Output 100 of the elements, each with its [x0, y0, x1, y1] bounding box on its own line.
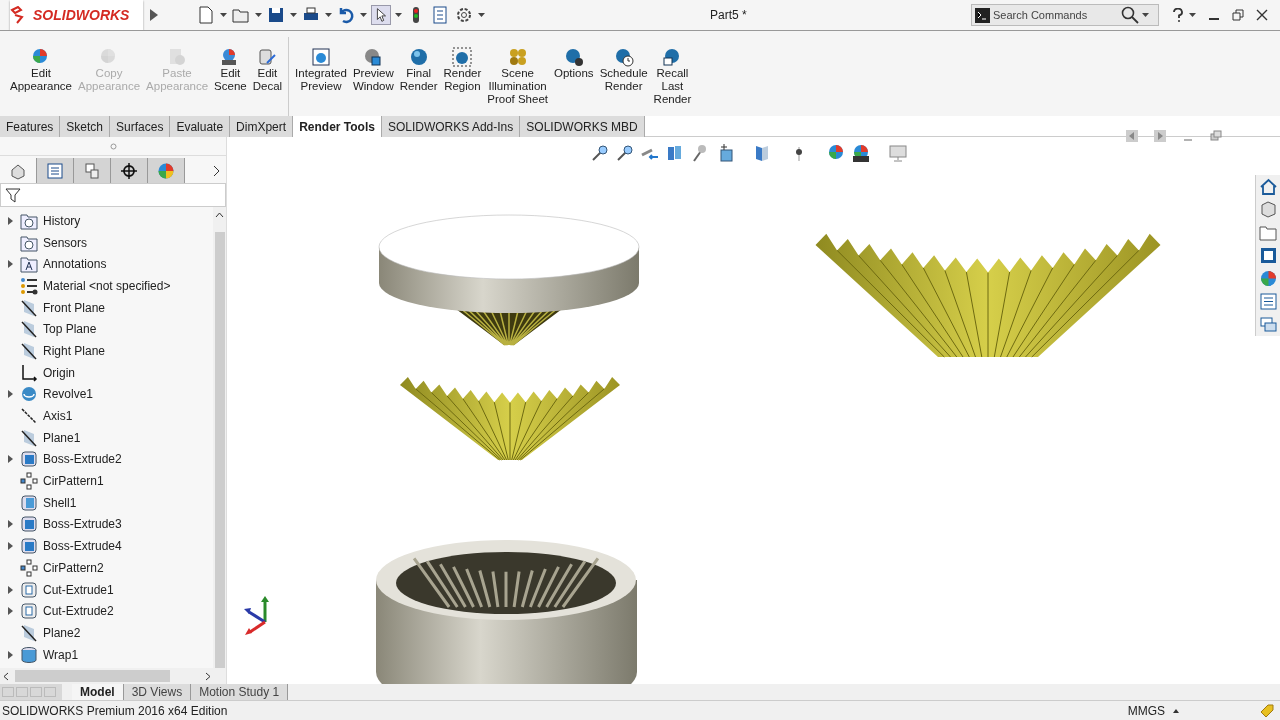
ribbon-button[interactable]: Edit Decal [249, 47, 286, 93]
scene-icon[interactable] [851, 143, 871, 163]
tree-item[interactable]: Sensors [0, 231, 213, 254]
ribbon-button[interactable]: Render Region [440, 47, 485, 93]
tree-item[interactable]: Wrap1 [0, 643, 213, 666]
dropdown-caret-icon[interactable] [255, 13, 262, 17]
panel-tab[interactable] [111, 158, 148, 183]
ribbon-button[interactable]: Scene Illumination Proof Sheet [484, 47, 551, 106]
ribbon-button[interactable]: Edit Scene [211, 47, 250, 93]
tree-item[interactable]: Shell1 [0, 491, 213, 514]
tree-item[interactable]: Boss-Extrude3 [0, 513, 213, 536]
tree-item[interactable]: Top Plane [0, 318, 213, 341]
restore-icon[interactable] [1210, 130, 1222, 142]
tree-item[interactable]: Boss-Extrude4 [0, 535, 213, 557]
folder-icon [20, 233, 38, 252]
tree-item[interactable]: Annotations [0, 253, 213, 276]
search-field[interactable]: Search Commands [993, 6, 1118, 24]
expand-arrow-icon[interactable] [7, 455, 13, 464]
tree-item[interactable]: Right Plane [0, 340, 213, 362]
ribbon-button[interactable]: Edit Appearance [7, 47, 76, 93]
splitter-handle-icon[interactable] [109, 142, 117, 150]
spheres-icon [507, 47, 528, 67]
tree-item[interactable]: Origin [0, 361, 213, 384]
tree-item[interactable]: Cut-Extrude2 [0, 600, 213, 623]
window-icon [363, 47, 384, 67]
horizontal-scrollbar[interactable] [0, 668, 226, 684]
tree-item[interactable]: Cut-Extrude1 [0, 578, 213, 601]
dropdown-caret-icon[interactable] [360, 13, 367, 17]
dropdown-caret-icon[interactable] [220, 13, 227, 17]
expand-arrow-icon[interactable] [7, 607, 13, 616]
ribbon-button[interactable]: Preview Window [349, 47, 397, 93]
expand-arrow-icon[interactable] [7, 390, 13, 399]
tree-item[interactable]: Boss-Extrude2 [0, 448, 213, 471]
expand-arrow-icon[interactable] [7, 260, 13, 269]
search-bar[interactable]: Search Commands [971, 4, 1159, 26]
filter-field[interactable] [0, 183, 226, 207]
dropdown-caret-icon[interactable] [478, 13, 485, 17]
tree-item[interactable]: Axis1 [0, 405, 213, 427]
command-tab[interactable]: Surfaces [110, 116, 171, 137]
search-caret-icon[interactable] [1142, 13, 1149, 17]
tag-icon[interactable] [1259, 702, 1275, 719]
clock-sphere-icon [613, 47, 634, 67]
restore-icon[interactable] [1232, 9, 1244, 21]
command-tab[interactable]: SOLIDWORKS Add-Ins [381, 116, 521, 137]
dropdown-caret-icon[interactable] [290, 13, 297, 17]
model-tab[interactable]: Model [72, 684, 124, 700]
command-tab[interactable]: Evaluate [170, 116, 231, 137]
home-icon[interactable] [1258, 177, 1278, 196]
ribbon-button[interactable]: Recall Last Render [650, 47, 695, 106]
configuration-icon [83, 161, 101, 180]
select-pointer-icon[interactable] [371, 5, 391, 25]
ribbon-button[interactable]: Final Render [396, 47, 441, 93]
up-caret-icon[interactable] [1173, 708, 1179, 713]
ribbon-button[interactable]: Options [551, 47, 597, 80]
tree-item[interactable]: Plane1 [0, 426, 213, 449]
command-tab[interactable]: SOLIDWORKS MBD [520, 116, 645, 137]
model-tab[interactable]: 3D Views [123, 684, 192, 700]
close-icon[interactable] [1256, 9, 1268, 21]
help-caret-icon[interactable] [1189, 13, 1196, 17]
ribbon-button[interactable]: Integrated Preview [292, 47, 350, 93]
logo[interactable]: SOLIDWORKS [10, 0, 143, 30]
forum-icon[interactable] [1258, 315, 1278, 334]
expand-arrow-icon[interactable] [7, 520, 13, 529]
tree-item[interactable]: Material <not specified> [0, 275, 213, 297]
dropdown-caret-icon[interactable] [395, 13, 402, 17]
origin-icon [20, 363, 38, 382]
tree-item[interactable]: Front Plane [0, 296, 213, 319]
properties-icon[interactable] [1258, 292, 1278, 311]
scroll-up-icon[interactable] [215, 212, 224, 218]
expand-arrow-icon[interactable] [7, 216, 13, 225]
tree-item[interactable]: Plane2 [0, 622, 213, 644]
search-icon[interactable] [1121, 6, 1139, 24]
settings-icon[interactable] [454, 5, 474, 25]
tree-item[interactable]: History [0, 210, 213, 232]
dropdown-caret-icon[interactable] [325, 13, 332, 17]
expand-arrow-icon[interactable] [7, 650, 13, 659]
command-tab[interactable]: DimXpert [230, 116, 294, 137]
chevron-right-icon[interactable] [213, 165, 220, 177]
tree-item[interactable]: Revolve1 [0, 383, 213, 406]
units-selector[interactable]: MMGS [1127, 701, 1165, 720]
appearance-icon[interactable] [1258, 269, 1278, 288]
save-icon[interactable] [266, 5, 286, 25]
scroll-right-icon[interactable] [205, 671, 211, 681]
expand-arrow-icon[interactable] [7, 542, 13, 551]
tree-item-label: Axis1 [43, 408, 73, 426]
help-icon[interactable] [1173, 8, 1183, 22]
part-icon[interactable] [1258, 200, 1278, 219]
zoom-fit-icon[interactable] [590, 143, 610, 163]
tree-item[interactable]: CirPattern2 [0, 557, 213, 579]
zoom-area-icon[interactable] [615, 143, 635, 163]
view-palette-icon[interactable] [1258, 246, 1278, 265]
expand-arrow-icon[interactable] [7, 585, 13, 594]
model-tab[interactable]: Motion Study 1 [191, 684, 289, 700]
expand-arrow-icon[interactable] [150, 9, 158, 21]
command-tab[interactable]: Features [0, 116, 61, 137]
command-tab[interactable]: Sketch [60, 116, 111, 137]
vertical-scrollbar[interactable] [213, 207, 226, 668]
scroll-left-icon[interactable] [3, 671, 9, 681]
ribbon-button[interactable]: Schedule Render [596, 47, 651, 93]
tree-item[interactable]: CirPattern1 [0, 470, 213, 492]
